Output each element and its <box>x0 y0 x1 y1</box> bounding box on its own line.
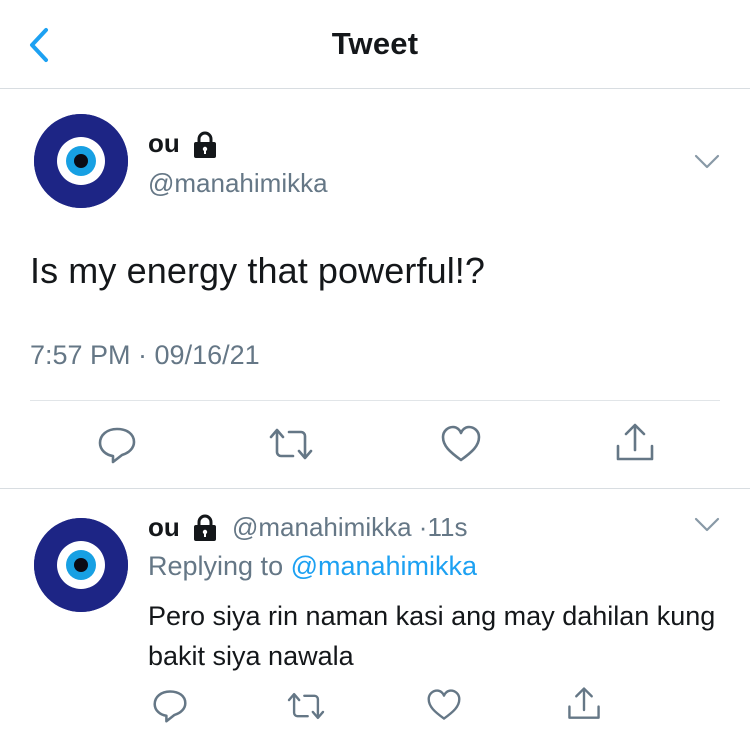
reply-text: Pero siya rin naman kasi ang may dahilan… <box>148 601 716 671</box>
like-icon[interactable] <box>440 424 482 464</box>
chevron-down-icon[interactable] <box>694 154 720 170</box>
mention-link[interactable]: @manahimikka <box>291 551 477 581</box>
replying-prefix: Replying to <box>148 551 291 581</box>
page-title: Tweet <box>331 26 419 61</box>
nav-header: Tweet <box>0 0 750 89</box>
reply-icon[interactable] <box>97 424 137 464</box>
chevron-down-icon[interactable] <box>694 517 720 533</box>
retweet-icon[interactable] <box>286 689 326 723</box>
divider <box>0 488 750 489</box>
reply-handle[interactable]: @manahimikka <box>232 512 412 542</box>
reply-time[interactable]: 11s <box>427 512 467 542</box>
tweet-timestamp[interactable]: 7:57 PM · 09/16/21 <box>30 340 260 371</box>
lock-icon <box>194 514 216 541</box>
display-name[interactable]: ou <box>148 128 180 159</box>
replying-to: Replying to @manahimikka <box>148 551 477 582</box>
user-handle[interactable]: @manahimikka <box>148 168 328 199</box>
evil-eye-avatar-icon <box>34 114 128 208</box>
avatar[interactable] <box>34 518 128 612</box>
evil-eye-avatar-icon <box>34 518 128 612</box>
lock-icon <box>194 131 216 158</box>
tweet-text: Is my energy that powerful!? <box>30 250 486 291</box>
avatar[interactable] <box>34 114 128 208</box>
like-icon[interactable] <box>426 688 462 722</box>
retweet-icon[interactable] <box>268 424 314 464</box>
share-icon[interactable] <box>566 686 602 722</box>
reply-display-name[interactable]: ou <box>148 512 180 543</box>
reply-meta: @manahimikka ·11s <box>232 512 467 543</box>
reply-icon[interactable] <box>152 687 188 723</box>
divider <box>30 400 720 401</box>
share-icon[interactable] <box>614 422 656 464</box>
